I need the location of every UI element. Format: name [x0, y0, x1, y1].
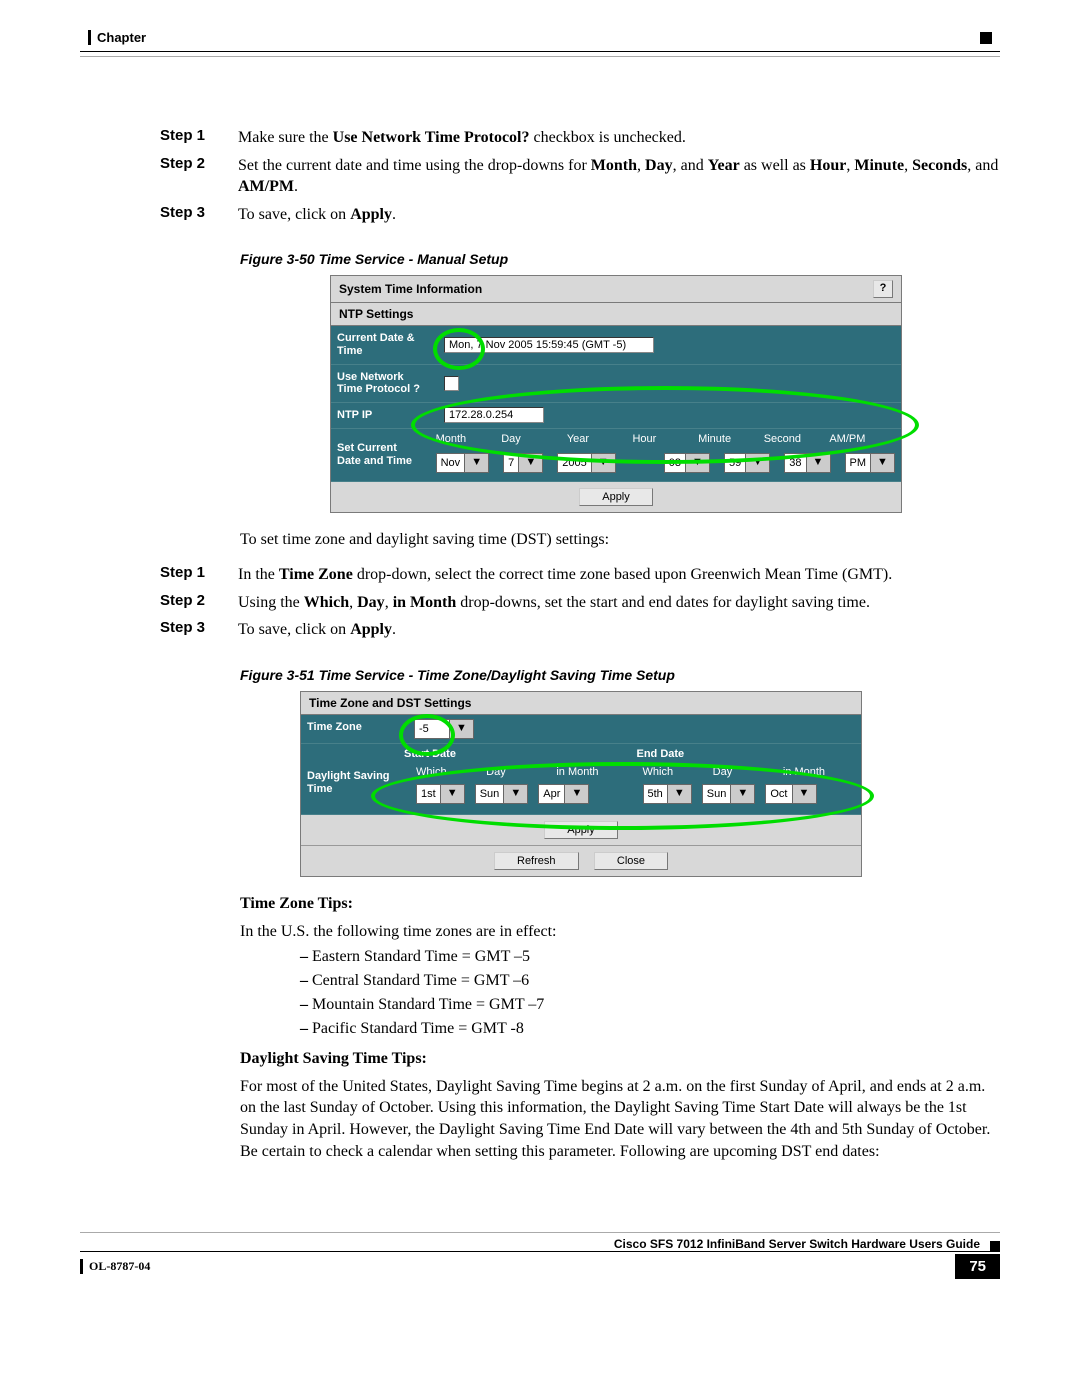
year-select[interactable]: 2005▼ — [557, 453, 615, 473]
step-label: Step 1 — [160, 564, 220, 586]
close-button[interactable]: Close — [594, 852, 668, 870]
tz-list: Eastern Standard Time = GMT –5 Central S… — [300, 948, 1000, 1038]
col-day: Day — [501, 433, 567, 445]
doc-title: Cisco SFS 7012 InfiniBand Server Switch … — [80, 1236, 986, 1251]
chevron-down-icon: ▼ — [792, 785, 816, 803]
current-date-label: Current Date & Time — [331, 326, 438, 363]
page-number: 75 — [955, 1254, 1000, 1279]
chapter-label: Chapter — [88, 30, 146, 45]
step-1b: Step 1 In the Time Zone drop-down, selec… — [80, 564, 1000, 586]
doc-id: OL-8787-04 — [80, 1259, 150, 1274]
timezone-label: Time Zone — [301, 715, 408, 743]
page-footer: Cisco SFS 7012 InfiniBand Server Switch … — [80, 1232, 1000, 1279]
chevron-down-icon: ▼ — [449, 720, 473, 738]
refresh-button[interactable]: Refresh — [494, 852, 579, 870]
chevron-down-icon: ▼ — [870, 454, 894, 472]
list-item: Mountain Standard Time = GMT –7 — [300, 996, 1000, 1014]
tz-dst-title: Time Zone and DST Settings — [301, 692, 861, 715]
tz-dst-panel: Time Zone and DST Settings Time Zone -5▼… — [300, 691, 862, 877]
chevron-down-icon: ▼ — [503, 785, 527, 803]
dst-intro: To set time zone and daylight saving tim… — [240, 529, 1000, 551]
col-month: Month — [436, 433, 502, 445]
minute-select[interactable]: 59▼ — [724, 453, 770, 473]
step-text: To save, click on Apply. — [238, 204, 1000, 226]
header-marker — [980, 32, 992, 44]
start-month-select[interactable]: Apr▼ — [538, 784, 589, 804]
figure-51-caption: Figure 3-51 Time Service - Time Zone/Day… — [240, 667, 1000, 683]
step-3: Step 3 To save, click on Apply. — [80, 204, 1000, 226]
chevron-down-icon: ▼ — [518, 454, 542, 472]
month-select[interactable]: Nov▼ — [436, 453, 490, 473]
chevron-down-icon: ▼ — [591, 454, 615, 472]
col-hour: Hour — [632, 433, 698, 445]
ampm-select[interactable]: PM▼ — [845, 453, 896, 473]
help-button[interactable]: ? — [873, 280, 893, 298]
current-date-input[interactable]: Mon, 7 Nov 2005 15:59:45 (GMT -5) — [444, 337, 654, 353]
step-3b: Step 3 To save, click on Apply. — [80, 619, 1000, 641]
end-day-select[interactable]: Sun▼ — [702, 784, 756, 804]
col-second: Second — [764, 433, 830, 445]
step-label: Step 3 — [160, 619, 220, 641]
tz-tips-title: Time Zone Tips: — [240, 893, 1000, 915]
chevron-down-icon: ▼ — [806, 454, 830, 472]
set-datetime-label: Set Current Date and Time — [331, 429, 430, 481]
dst-label: Daylight Saving Time — [301, 764, 408, 814]
start-date-label: Start Date — [396, 744, 629, 764]
chevron-down-icon: ▼ — [440, 785, 464, 803]
chevron-down-icon: ▼ — [685, 454, 709, 472]
use-ntp-checkbox[interactable] — [444, 376, 459, 391]
col-year: Year — [567, 433, 633, 445]
dst-tips-body: For most of the United States, Daylight … — [240, 1076, 1000, 1162]
start-which-select[interactable]: 1st▼ — [416, 784, 465, 804]
step-1: Step 1 Make sure the Use Network Time Pr… — [80, 127, 1000, 149]
step-label: Step 3 — [160, 204, 220, 226]
apply-button[interactable]: Apply — [579, 488, 653, 506]
end-which-select[interactable]: 5th▼ — [643, 784, 692, 804]
step-text: Make sure the Use Network Time Protocol?… — [238, 127, 1000, 149]
chevron-down-icon: ▼ — [564, 785, 588, 803]
step-2: Step 2 Set the current date and time usi… — [80, 155, 1000, 198]
apply-button[interactable]: Apply — [544, 821, 618, 839]
tz-tips-intro: In the U.S. the following time zones are… — [240, 921, 1000, 943]
dst-tips-title: Daylight Saving Time Tips: — [240, 1048, 1000, 1070]
timezone-select[interactable]: -5▼ — [414, 719, 474, 739]
panel-title: System Time Information — [339, 282, 482, 296]
list-item: Eastern Standard Time = GMT –5 — [300, 948, 1000, 966]
chevron-down-icon: ▼ — [745, 454, 769, 472]
step-label: Step 2 — [160, 155, 220, 198]
end-date-label: End Date — [629, 744, 862, 764]
start-day-select[interactable]: Sun▼ — [475, 784, 529, 804]
chevron-down-icon: ▼ — [464, 454, 488, 472]
col-minute: Minute — [698, 433, 764, 445]
chevron-down-icon: ▼ — [667, 785, 691, 803]
second-select[interactable]: 38▼ — [784, 453, 830, 473]
col-ampm: AM/PM — [829, 433, 895, 445]
ntp-settings-title: NTP Settings — [331, 303, 901, 326]
hour-select[interactable]: 03▼ — [664, 453, 710, 473]
use-ntp-label: Use Network Time Protocol ? — [331, 365, 438, 402]
header-rule — [80, 56, 1000, 57]
step-2b: Step 2 Using the Which, Day, in Month dr… — [80, 592, 1000, 614]
list-item: Central Standard Time = GMT –6 — [300, 972, 1000, 990]
figure-50-caption: Figure 3-50 Time Service - Manual Setup — [240, 251, 1000, 267]
step-label: Step 2 — [160, 592, 220, 614]
end-month-select[interactable]: Oct▼ — [765, 784, 816, 804]
step-label: Step 1 — [160, 127, 220, 149]
ntp-ip-input[interactable]: 172.28.0.254 — [444, 407, 544, 423]
chevron-down-icon: ▼ — [730, 785, 754, 803]
step-text: Set the current date and time using the … — [238, 155, 1000, 198]
time-service-panel: System Time Information ? NTP Settings C… — [330, 275, 902, 512]
day-select[interactable]: 7▼ — [503, 453, 543, 473]
ntp-ip-label: NTP IP — [331, 403, 438, 428]
footer-marker — [990, 1241, 1000, 1251]
list-item: Pacific Standard Time = GMT -8 — [300, 1020, 1000, 1038]
